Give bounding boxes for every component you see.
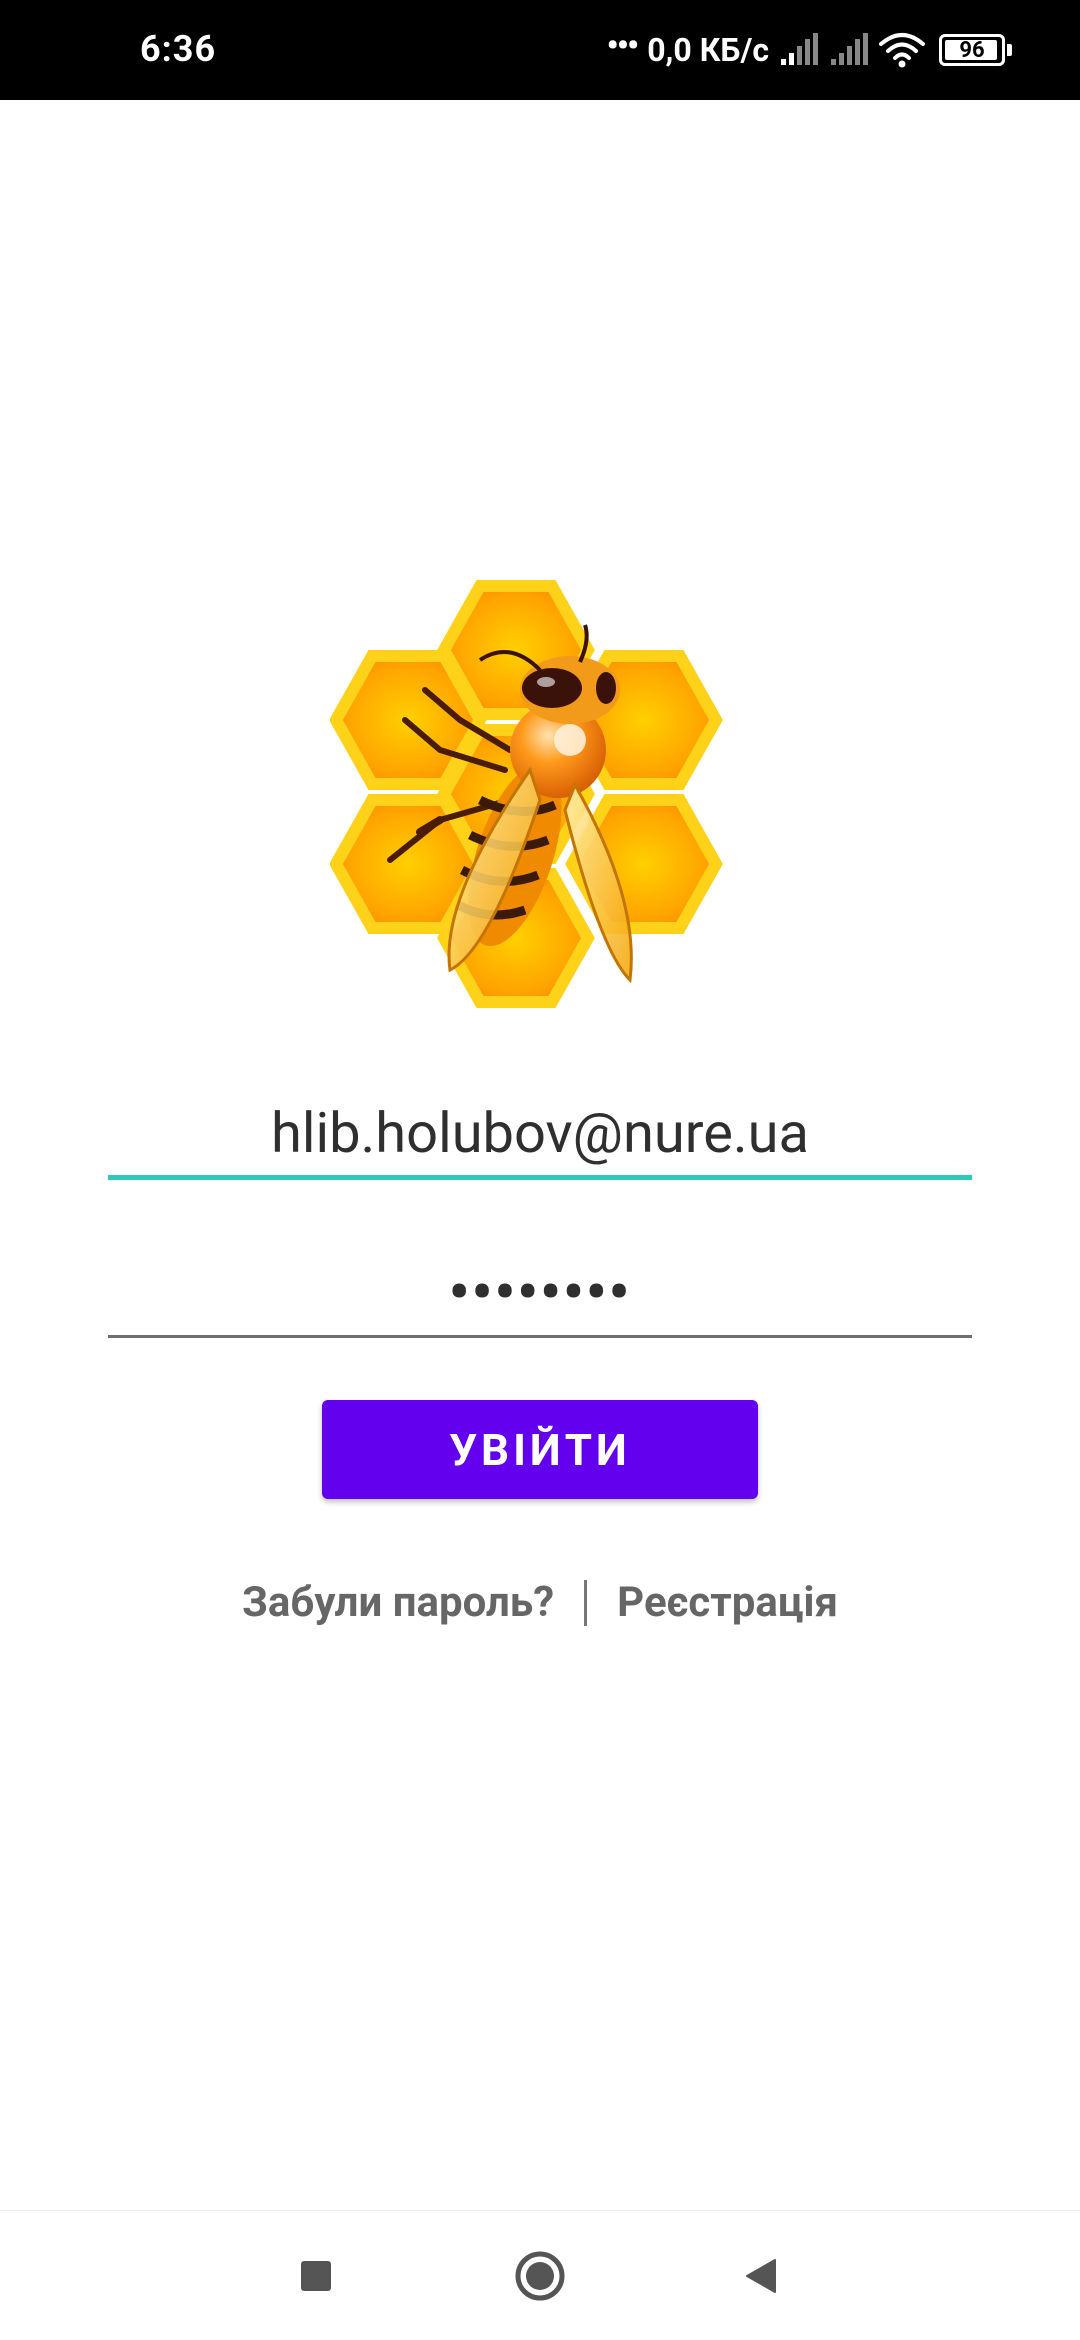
forgot-password-link[interactable]: Забули пароль?	[242, 1578, 554, 1627]
status-icons: ••• 0,0 КБ/с 96	[607, 0, 1012, 100]
email-field[interactable]: hlib.holubov@nure.ua	[108, 1098, 972, 1180]
password-input-value[interactable]: ••••••••	[108, 1258, 972, 1328]
battery-icon: 96	[939, 34, 1005, 66]
email-input-value[interactable]: hlib.holubov@nure.ua	[108, 1098, 972, 1168]
link-divider	[584, 1579, 588, 1626]
bee-honeycomb-logo-graphic	[329, 580, 723, 1008]
network-speed: 0,0 КБ/с	[647, 31, 769, 69]
email-field-underline	[108, 1175, 972, 1180]
wifi-icon	[879, 32, 925, 68]
password-field-underline	[108, 1335, 972, 1338]
status-bar: 6:36 ••• 0,0 КБ/с 96	[0, 0, 1080, 100]
bee-honeycomb-logo	[329, 570, 750, 1015]
auth-links: Забули пароль? Реєстрація	[0, 1578, 1080, 1627]
more-dots-icon: •••	[606, 26, 640, 66]
home-button[interactable]	[505, 2241, 575, 2311]
battery-level: 96	[959, 37, 985, 63]
back-button[interactable]	[726, 2241, 796, 2311]
back-triangle-icon	[746, 2259, 776, 2293]
status-time: 6:36	[140, 28, 217, 70]
signal-icon	[779, 33, 819, 67]
login-button[interactable]: УВІЙТИ	[322, 1400, 758, 1499]
register-link[interactable]: Реєстрація	[617, 1578, 838, 1627]
home-circle-icon	[515, 2251, 565, 2301]
recents-square-icon	[301, 2261, 331, 2291]
password-field[interactable]: ••••••••	[108, 1258, 972, 1338]
signal-icon-2	[829, 33, 869, 67]
navigation-bar	[0, 2210, 1080, 2340]
battery-cap	[1007, 44, 1012, 56]
recents-button[interactable]	[281, 2241, 351, 2311]
